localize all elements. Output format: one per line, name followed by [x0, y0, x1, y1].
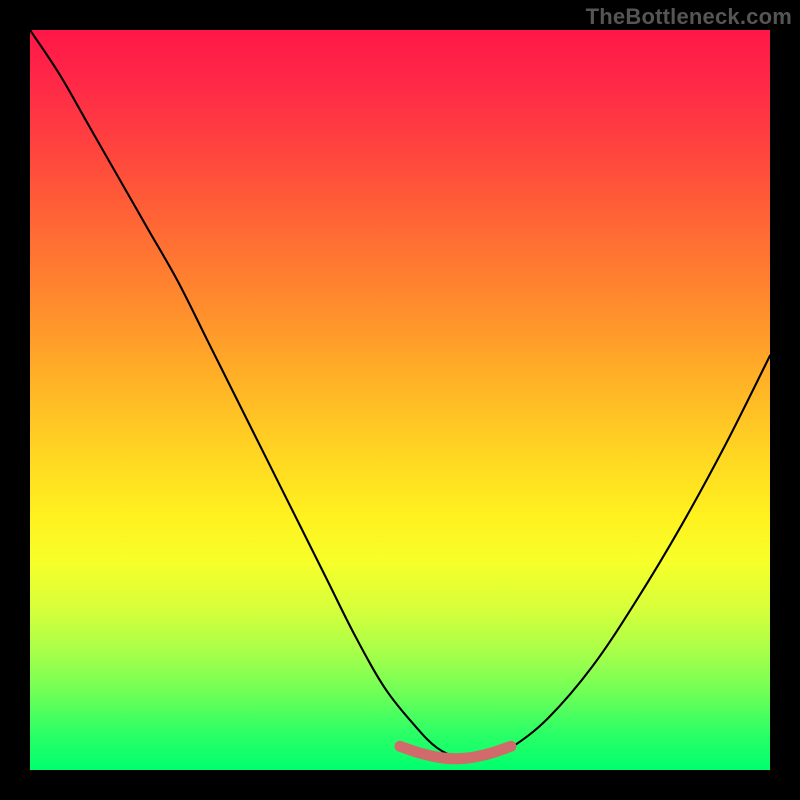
bottom-marker [400, 746, 511, 758]
chart-frame: TheBottleneck.com [0, 0, 800, 800]
bottleneck-curve [30, 30, 770, 760]
chart-svg [30, 30, 770, 770]
plot-area [30, 30, 770, 770]
watermark-text: TheBottleneck.com [586, 4, 792, 30]
